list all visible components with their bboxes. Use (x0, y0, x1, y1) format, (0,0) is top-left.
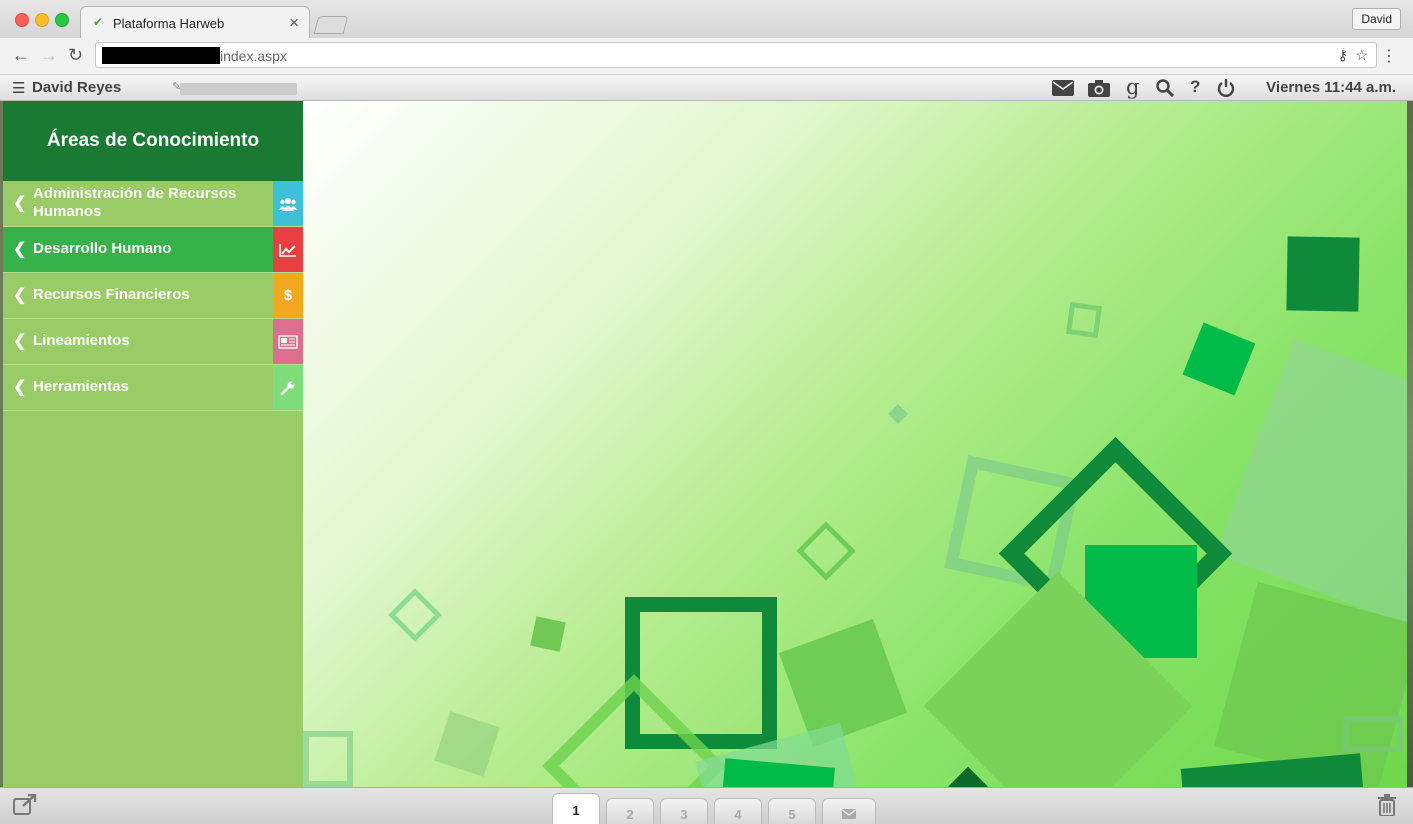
status-edit-field[interactable] (180, 83, 297, 95)
favicon-icon: ✔ (93, 15, 104, 29)
decorative-square (530, 616, 566, 652)
messages-tab[interactable] (822, 798, 876, 824)
search-icon[interactable] (1156, 79, 1175, 102)
page-tab-3[interactable]: 3 (660, 798, 708, 824)
wrench-icon (273, 365, 303, 410)
mail-icon[interactable] (1052, 80, 1074, 101)
menu-item-recursos-financieros[interactable]: ❮ Recursos Financieros $ (3, 273, 303, 319)
menu-item-lineamientos[interactable]: ❮ Lineamientos (3, 319, 303, 365)
decorative-square (1343, 716, 1403, 752)
profile-button[interactable]: David (1352, 8, 1401, 30)
decorative-square (888, 404, 908, 424)
main-background (303, 101, 1407, 787)
address-bar[interactable]: index.aspx ⚷ ☆ (95, 42, 1377, 68)
menu-item-label: Administración de Recursos Humanos (33, 185, 237, 220)
minimize-window-button[interactable] (35, 13, 49, 27)
newspaper-icon (273, 319, 303, 364)
chevron-left-icon: ❮ (13, 287, 27, 304)
power-icon[interactable] (1217, 79, 1235, 102)
hamburger-menu-icon[interactable]: ☰ (12, 79, 25, 97)
bookmark-star-icon[interactable]: ☆ (1355, 47, 1368, 64)
knowledge-areas-sidebar: Áreas de Conocimiento ❮ Administración d… (3, 101, 303, 787)
decorative-square (1215, 338, 1407, 634)
decorative-square (946, 766, 990, 787)
dollar-icon: $ (273, 273, 303, 318)
page-tab-4[interactable]: 4 (714, 798, 762, 824)
url-text: index.aspx (220, 48, 287, 64)
tab-close-icon[interactable]: × (289, 13, 299, 33)
forward-icon[interactable]: → (40, 45, 58, 66)
user-name[interactable]: David Reyes (32, 79, 121, 96)
menu-item-recursos-humanos[interactable]: ❮ Administración de Recursos Humanos (3, 181, 303, 227)
redacted-url (102, 47, 220, 64)
reload-icon[interactable]: ↻ (68, 45, 83, 66)
page-tab-5[interactable]: 5 (768, 798, 816, 824)
chevron-left-icon: ❮ (13, 195, 27, 212)
help-icon[interactable]: ? (1190, 77, 1200, 97)
decorative-square (778, 618, 908, 748)
menu-item-label: Herramientas (33, 378, 129, 395)
browser-tab-strip: ✔ Plataforma Harweb × David (0, 0, 1413, 39)
browser-toolbar: ← → ↻ index.aspx ⚷ ☆ ⋮ (0, 38, 1413, 75)
browser-tab[interactable]: ✔ Plataforma Harweb × (80, 6, 310, 39)
bottom-bar: 1 2 3 4 5 (0, 787, 1413, 824)
chevron-left-icon: ❮ (13, 241, 27, 258)
trash-icon[interactable] (1378, 794, 1396, 821)
back-icon[interactable]: ← (12, 45, 30, 66)
maximize-window-button[interactable] (55, 13, 69, 27)
decorative-square (796, 521, 856, 581)
chart-line-icon (273, 227, 303, 272)
menu-item-label: Desarrollo Humano (33, 240, 172, 257)
external-link-icon[interactable] (13, 793, 37, 822)
app-topbar: ☰ David Reyes ✎ g ? Viernes 11:44 a.m. (0, 75, 1413, 101)
menu-item-herramientas[interactable]: ❮ Herramientas (3, 365, 303, 411)
desktop-edge (1407, 101, 1413, 787)
page-tab-2[interactable]: 2 (606, 798, 654, 824)
chevron-left-icon: ❮ (13, 379, 27, 396)
decorative-square (1065, 301, 1103, 339)
new-tab-button[interactable] (313, 16, 349, 34)
tab-title: Plataforma Harweb (113, 16, 225, 31)
decorative-square (388, 588, 442, 642)
users-icon (273, 181, 303, 226)
sidebar-title: Áreas de Conocimiento (3, 101, 303, 181)
decorative-square (1286, 236, 1360, 312)
chevron-left-icon: ❮ (13, 333, 27, 350)
clock-text: Viernes 11:44 a.m. (1266, 79, 1396, 96)
google-icon[interactable]: g (1126, 75, 1139, 99)
decorative-square (303, 731, 353, 787)
menu-item-desarrollo-humano[interactable]: ❮ Desarrollo Humano (3, 227, 303, 273)
key-icon[interactable]: ⚷ (1338, 47, 1348, 64)
menu-item-label: Recursos Financieros (33, 286, 190, 303)
browser-menu-icon[interactable]: ⋮ (1381, 46, 1397, 66)
menu-item-label: Lineamientos (33, 332, 130, 349)
page-tab-1[interactable]: 1 (552, 793, 600, 824)
camera-icon[interactable] (1088, 79, 1110, 102)
decorative-square (1182, 322, 1256, 396)
envelope-icon (842, 809, 856, 819)
close-window-button[interactable] (15, 13, 29, 27)
decorative-square (434, 711, 500, 777)
